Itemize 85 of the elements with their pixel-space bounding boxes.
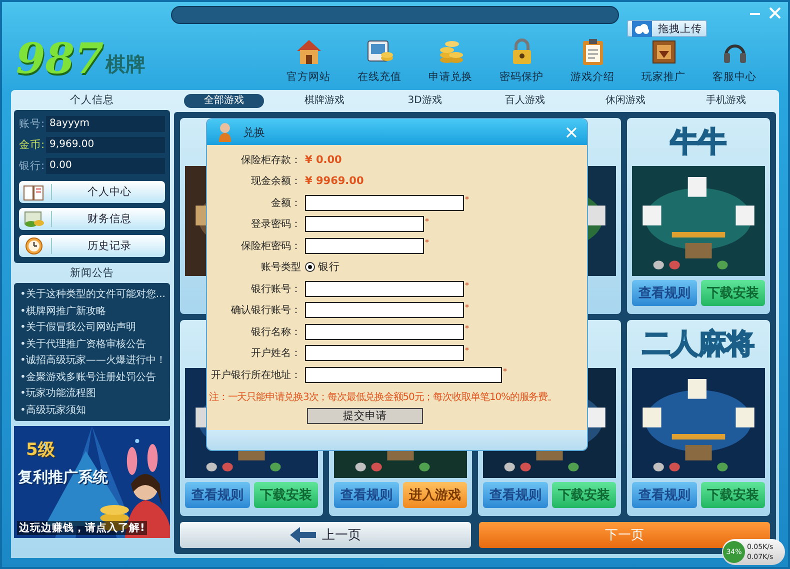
news-link[interactable]: •高级玩家须知: [20, 402, 164, 419]
nav-link[interactable]: 官方网站: [286, 70, 330, 84]
money-icon: [23, 210, 45, 228]
input-field[interactable]: [305, 194, 464, 211]
input-field[interactable]: [305, 238, 424, 254]
cloud-icon: [632, 20, 652, 36]
radio-button[interactable]: [305, 262, 315, 272]
input-field[interactable]: [305, 280, 464, 297]
close-icon[interactable]: [566, 126, 577, 138]
form-label: 开户银行所在地址：: [210, 368, 301, 382]
field-value: 0.00: [46, 158, 165, 174]
game-title: 二人麻将: [642, 326, 754, 362]
form-label: 现金余额：: [250, 174, 301, 188]
dialog-title: 兑换: [243, 124, 265, 140]
category-tab[interactable]: 休闲游戏: [587, 94, 664, 108]
banner-headline: 复利推广系统: [18, 468, 108, 487]
arrow-left-icon: [290, 527, 316, 543]
category-tab[interactable]: 百人游戏: [487, 94, 564, 108]
form-label: 银行名称：: [250, 326, 301, 339]
required-mark: *: [425, 238, 429, 247]
side-button[interactable]: 个人中心: [19, 181, 165, 203]
section-title: 新闻公告: [69, 266, 115, 281]
form-label: 保险柜存款：: [240, 154, 301, 167]
person-icon: [217, 122, 233, 142]
nav-link[interactable]: 申请兑换: [428, 70, 472, 84]
required-mark: *: [465, 346, 469, 354]
clock-icon: [23, 237, 45, 255]
nav-link[interactable]: 在线充值: [358, 70, 402, 84]
category-tab[interactable]: 棋牌游戏: [286, 94, 362, 108]
nav-link[interactable]: 玩家推广: [642, 70, 686, 84]
news-link[interactable]: •诚招高级玩家——火爆进行中！: [20, 353, 164, 370]
box-icon[interactable]: [650, 38, 678, 66]
field-value: 9,969.00: [46, 137, 165, 153]
input-field[interactable]: [305, 366, 502, 383]
required-mark: *: [503, 367, 507, 376]
field-label: 账号:: [19, 117, 45, 131]
form-label: 账号类型: [260, 260, 301, 274]
required-mark: *: [465, 324, 469, 333]
required-mark: *: [425, 216, 429, 226]
required-mark: *: [465, 302, 469, 312]
logo-number: 987: [16, 38, 104, 80]
required-mark: *: [465, 195, 469, 204]
field-value: 8ayyym: [46, 116, 165, 132]
notice-text: 注：一天只能申请兑换3次；每次最低兑换金额50元；每次收取单笔10%的服务费。: [208, 390, 558, 404]
news-link[interactable]: •关于代理推广资格审核公告: [20, 336, 164, 353]
news-link[interactable]: •玩家功能流程图: [20, 386, 164, 402]
field-label: 金币:: [19, 138, 45, 152]
news-link[interactable]: •关于假冒我公司网站声明: [20, 320, 164, 336]
nav-link[interactable]: 密码保护: [500, 70, 544, 84]
side-button[interactable]: 财务信息: [19, 208, 165, 230]
amount-value: ¥ 0.00: [305, 154, 342, 166]
section-title: 个人信息: [69, 93, 115, 108]
banner-level-text: 5级: [26, 439, 55, 461]
nav-link[interactable]: 游戏介绍: [570, 70, 614, 84]
input-field[interactable]: [305, 302, 464, 318]
logo-text: 棋牌: [106, 51, 146, 78]
book-icon: [23, 183, 45, 201]
upload-button[interactable]: 拖拽上传: [627, 20, 707, 37]
previous-page-button[interactable]: 上一页: [180, 522, 471, 548]
game-button[interactable]: 进入游戏: [402, 482, 467, 508]
side-button[interactable]: 历史记录: [19, 235, 165, 257]
category-tab[interactable]: 手机游戏: [688, 94, 764, 108]
news-link[interactable]: •棋牌网推广新攻略: [20, 304, 164, 320]
required-mark: *: [465, 281, 469, 290]
game-title: 牛牛: [670, 124, 726, 160]
field-label: 银行:: [19, 159, 45, 173]
input-field[interactable]: [305, 216, 424, 232]
banner-caption: 边玩边赚钱，请点入了解!: [17, 521, 147, 535]
input-field[interactable]: [305, 324, 464, 340]
nav-link[interactable]: 客服中心: [712, 70, 756, 84]
form-label: 金额：: [270, 196, 301, 210]
form-label: 保险柜密码：: [240, 240, 301, 253]
category-tab[interactable]: 全部游戏: [184, 94, 264, 108]
radio-label[interactable]: 银行: [318, 260, 340, 274]
form-label: 银行账号：: [250, 282, 301, 296]
amount-value: ¥ 9969.00: [305, 175, 364, 188]
submit-button[interactable]: 提交申请: [307, 408, 423, 424]
form-label: 开户姓名：: [250, 346, 301, 360]
house-icon[interactable]: [294, 38, 322, 66]
news-link[interactable]: •金聚游戏多账号注册处罚公告: [20, 370, 164, 386]
form-label: 登录密码：: [250, 218, 301, 232]
form-label: 确认银行账号：: [230, 304, 301, 318]
news-link[interactable]: •关于这种类型的文件可能对您...: [20, 287, 164, 304]
input-field[interactable]: [305, 345, 464, 362]
category-tab[interactable]: 3D游戏: [390, 94, 460, 108]
